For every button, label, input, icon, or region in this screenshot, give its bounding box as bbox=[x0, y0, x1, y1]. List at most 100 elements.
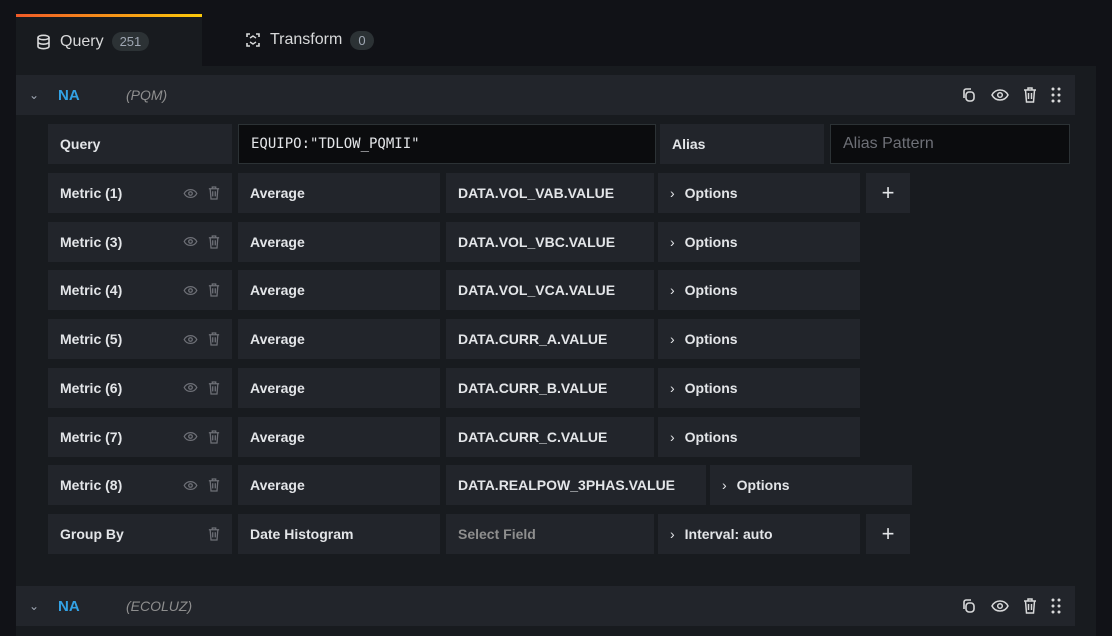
trash-icon[interactable] bbox=[1023, 87, 1037, 103]
tab-transform[interactable]: Transform 0 bbox=[225, 14, 394, 66]
group-by-label: Group By bbox=[48, 514, 232, 554]
chevron-right-icon: › bbox=[670, 526, 675, 542]
alias-label: Alias bbox=[660, 124, 824, 164]
metric-label-text: Metric (4) bbox=[60, 282, 123, 299]
metric-options[interactable]: › Options bbox=[658, 416, 860, 457]
metric-field-select[interactable]: DATA.VOL_VCA.VALUE bbox=[446, 270, 654, 311]
eye-icon[interactable] bbox=[991, 599, 1009, 613]
trash-icon[interactable] bbox=[208, 235, 220, 249]
query-name[interactable]: NA bbox=[52, 87, 126, 104]
metric-aggregation-select[interactable]: Average bbox=[238, 221, 440, 262]
trash-icon[interactable] bbox=[208, 381, 220, 395]
metric-label-text: Metric (6) bbox=[60, 379, 123, 396]
eye-icon[interactable] bbox=[183, 334, 198, 345]
chevron-down-icon[interactable]: ⌄ bbox=[16, 88, 52, 102]
group-by-type[interactable]: Date Histogram bbox=[238, 514, 440, 554]
trash-icon[interactable] bbox=[208, 478, 220, 492]
metric-aggregation-select[interactable]: Average bbox=[238, 367, 440, 408]
metric-aggregation-select[interactable]: Average bbox=[238, 416, 440, 457]
chevron-right-icon: › bbox=[670, 331, 675, 348]
metric-label: Metric (4) bbox=[48, 270, 232, 311]
group-by-label-text: Group By bbox=[60, 526, 124, 542]
metric-options-text: Options bbox=[684, 331, 738, 348]
chevron-right-icon: › bbox=[722, 477, 727, 494]
eye-icon[interactable] bbox=[183, 382, 198, 393]
tab-transform-count: 0 bbox=[350, 30, 374, 50]
chevron-right-icon: › bbox=[670, 428, 675, 445]
group-by-field-select[interactable]: Select Field bbox=[446, 514, 654, 554]
metric-aggregation-select[interactable]: Average bbox=[238, 319, 440, 360]
transform-icon bbox=[246, 33, 260, 47]
drag-handle-icon[interactable] bbox=[1051, 87, 1061, 103]
drag-handle-icon[interactable] bbox=[1051, 598, 1061, 614]
trash-icon[interactable] bbox=[208, 186, 220, 200]
trash-icon[interactable] bbox=[208, 283, 220, 298]
trash-icon[interactable] bbox=[208, 527, 220, 541]
query-datasource-2: (ECOLUZ) bbox=[126, 598, 193, 614]
metric-options-text: Options bbox=[684, 428, 738, 445]
metric-options[interactable]: › Options bbox=[658, 319, 860, 360]
metric-label: Metric (5) bbox=[48, 319, 232, 360]
tab-query[interactable]: Query 251 bbox=[16, 14, 202, 66]
interval-text: Interval: auto bbox=[684, 526, 773, 542]
query-name-2[interactable]: NA bbox=[52, 598, 126, 615]
metric-options[interactable]: › Options bbox=[658, 270, 860, 311]
metric-options-text: Options bbox=[736, 477, 790, 494]
chevron-down-icon[interactable]: ⌄ bbox=[16, 599, 52, 613]
tab-query-label: Query bbox=[60, 32, 104, 50]
eye-icon[interactable] bbox=[991, 88, 1009, 102]
eye-icon[interactable] bbox=[183, 285, 198, 296]
eye-icon[interactable] bbox=[183, 431, 198, 442]
metric-options-text: Options bbox=[684, 379, 738, 396]
query-row-header[interactable]: ⌄ NA (PQM) bbox=[16, 75, 1075, 115]
metric-field-select[interactable]: DATA.CURR_A.VALUE bbox=[446, 319, 654, 360]
metric-options[interactable]: › Options bbox=[658, 221, 860, 262]
metric-label-text: Metric (8) bbox=[60, 477, 123, 494]
metric-field-select[interactable]: DATA.VOL_VBC.VALUE bbox=[446, 221, 654, 262]
metric-field-select[interactable]: DATA.CURR_B.VALUE bbox=[446, 367, 654, 408]
metric-field-select[interactable]: DATA.CURR_C.VALUE bbox=[446, 416, 654, 457]
metric-field-select[interactable]: DATA.REALPOW_3PHAS.VALUE bbox=[446, 465, 706, 506]
metric-label: Metric (7) bbox=[48, 416, 232, 457]
metric-aggregation-select[interactable]: Average bbox=[238, 270, 440, 311]
tab-transform-label: Transform bbox=[270, 31, 343, 48]
trash-icon[interactable] bbox=[208, 429, 220, 444]
query-row-header-2[interactable]: ⌄ NA (ECOLUZ) bbox=[16, 586, 1075, 626]
metric-label: Metric (3) bbox=[48, 221, 232, 262]
metric-options[interactable]: › Options bbox=[658, 173, 860, 213]
chevron-right-icon: › bbox=[670, 379, 675, 396]
duplicate-icon[interactable] bbox=[961, 87, 977, 103]
metric-label-text: Metric (7) bbox=[60, 428, 123, 445]
metric-options[interactable]: › Options bbox=[658, 367, 860, 408]
duplicate-icon[interactable] bbox=[961, 598, 977, 614]
metric-options[interactable]: › Options bbox=[710, 465, 912, 506]
interval-options[interactable]: › Interval: auto bbox=[658, 514, 860, 554]
metric-label: Metric (8) bbox=[48, 465, 232, 506]
metric-options-text: Options bbox=[684, 185, 738, 201]
metric-options-text: Options bbox=[684, 233, 738, 250]
eye-icon[interactable] bbox=[183, 480, 198, 491]
alias-input[interactable]: Alias Pattern bbox=[830, 124, 1070, 164]
eye-icon[interactable] bbox=[183, 236, 198, 247]
trash-icon[interactable] bbox=[1023, 598, 1037, 614]
metric-label: Metric (6) bbox=[48, 367, 232, 408]
chevron-right-icon: › bbox=[670, 282, 675, 299]
tab-bar: Query 251 Transform 0 bbox=[0, 0, 1112, 66]
query-input[interactable]: EQUIPO:"TDLOW_PQMII" bbox=[238, 124, 656, 164]
add-metric-button[interactable]: + bbox=[866, 173, 910, 213]
metric-aggregation-select[interactable]: Average bbox=[238, 465, 440, 506]
chevron-right-icon: › bbox=[670, 185, 675, 201]
metric-label-text: Metric (1) bbox=[60, 185, 123, 201]
chevron-right-icon: › bbox=[670, 233, 675, 250]
metric-field-select[interactable]: DATA.VOL_VAB.VALUE bbox=[446, 173, 654, 213]
eye-icon[interactable] bbox=[183, 188, 198, 199]
add-group-by-button[interactable]: + bbox=[866, 514, 910, 554]
metric-label-text: Metric (5) bbox=[60, 331, 123, 348]
tab-query-count: 251 bbox=[111, 32, 150, 51]
database-icon bbox=[37, 33, 50, 50]
metric-aggregation-select[interactable]: Average bbox=[238, 173, 440, 213]
query-datasource: (PQM) bbox=[126, 87, 168, 103]
metric-label: Metric (1) bbox=[48, 173, 232, 213]
trash-icon[interactable] bbox=[208, 332, 220, 346]
metric-label-text: Metric (3) bbox=[60, 233, 123, 250]
